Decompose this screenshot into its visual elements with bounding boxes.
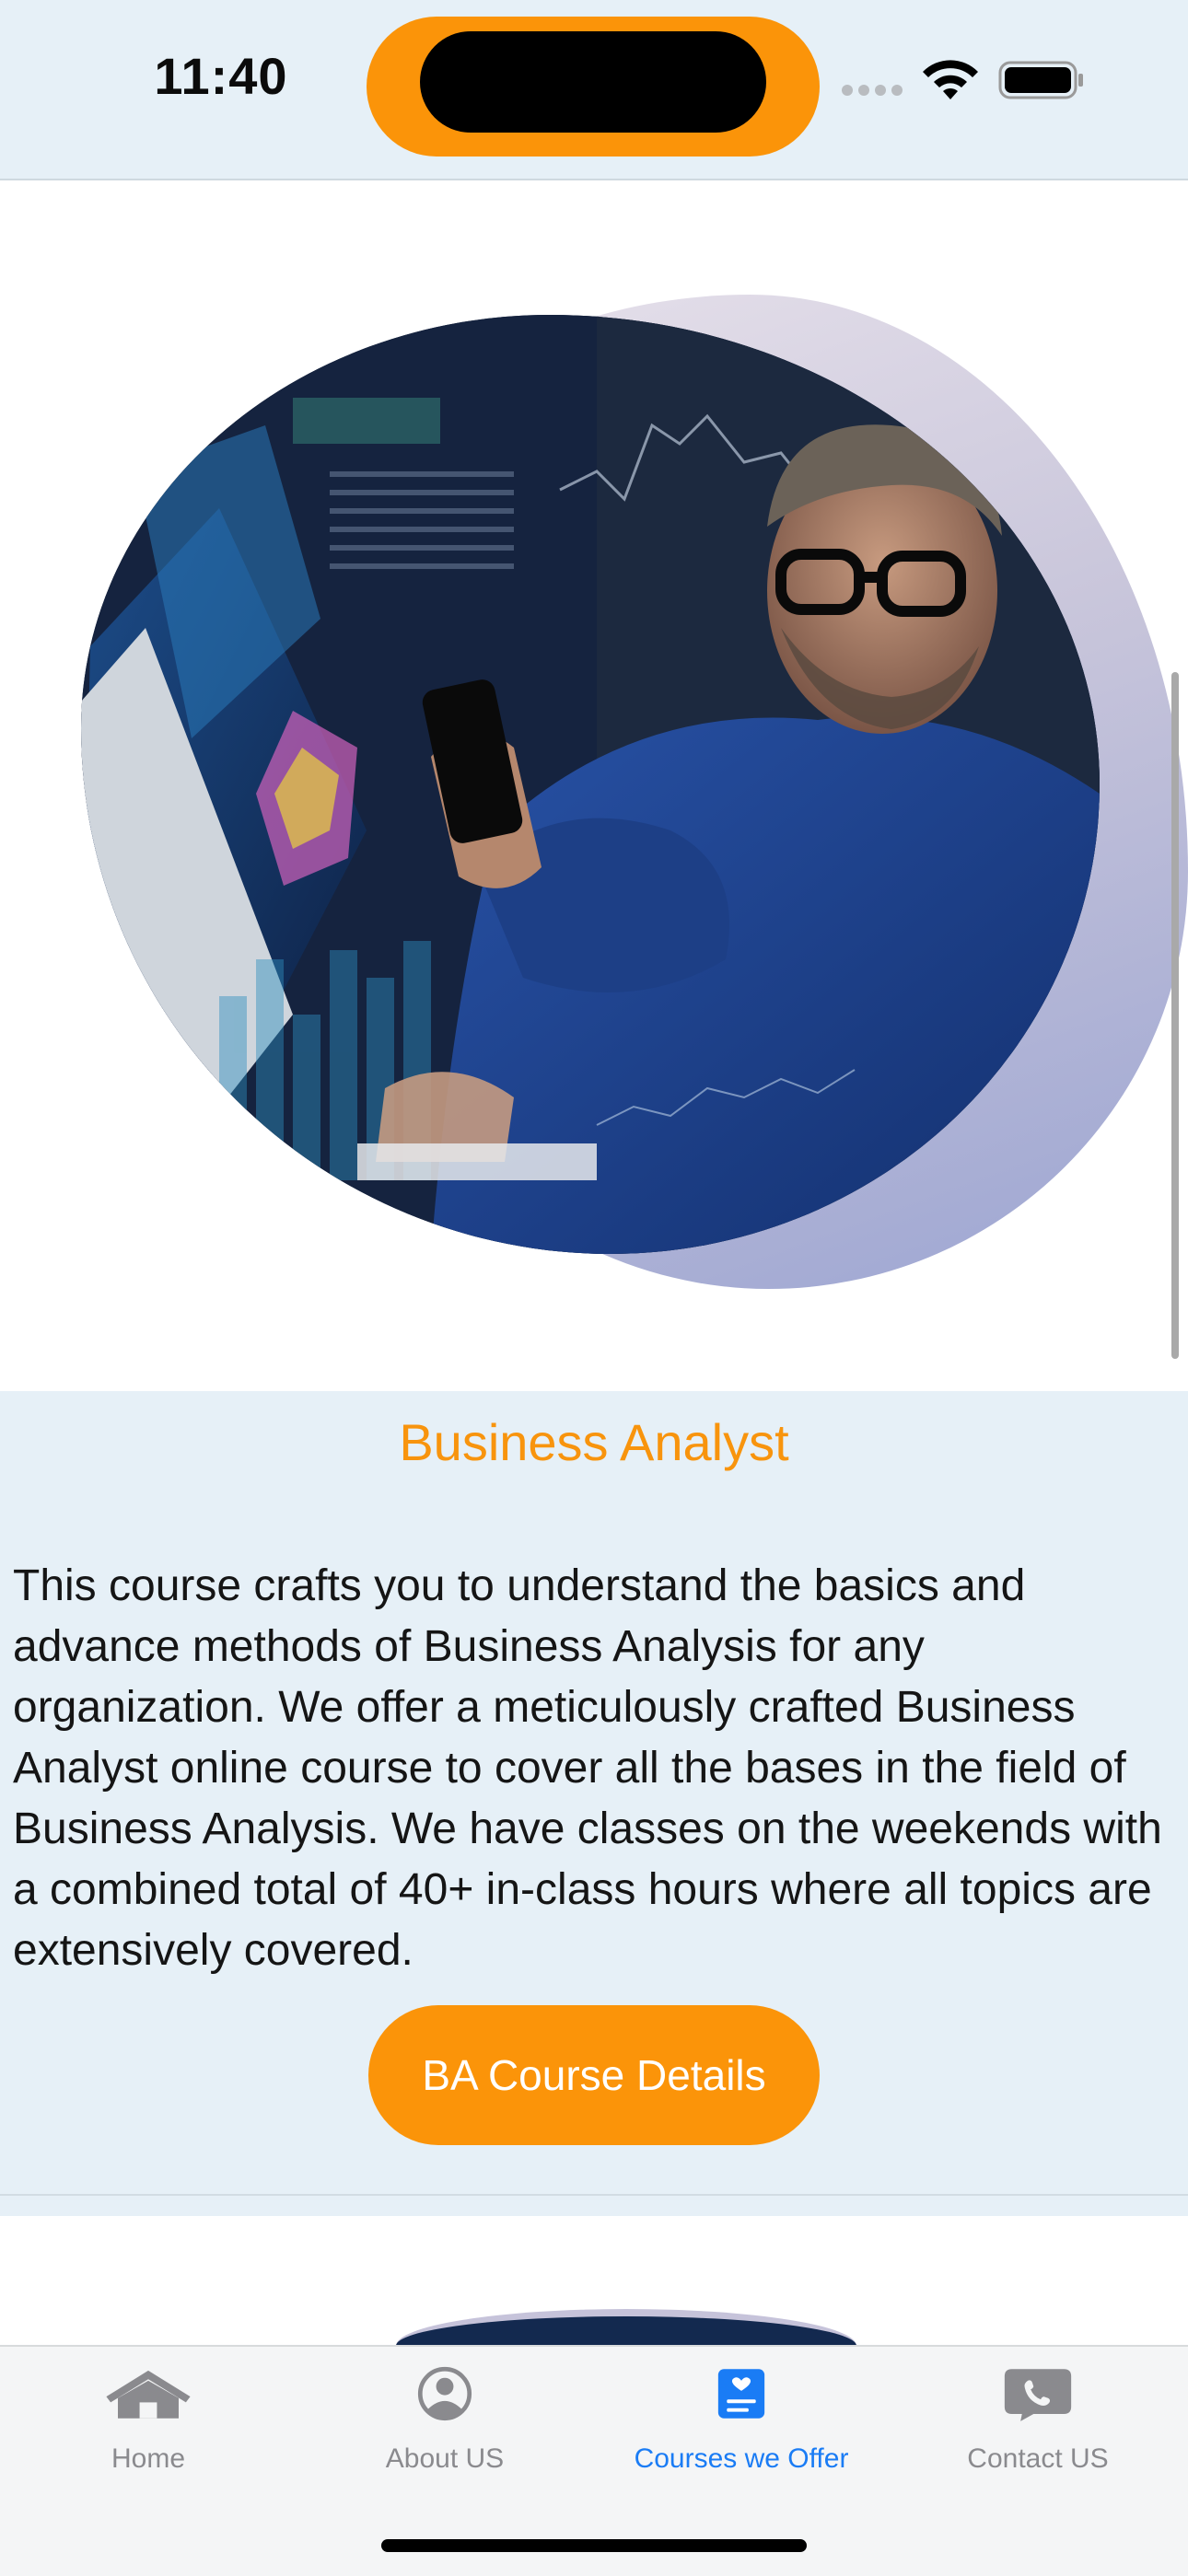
- wifi-icon: [923, 60, 978, 99]
- tab-contact-us[interactable]: Contact US: [890, 2357, 1186, 2486]
- ba-course-details-button[interactable]: BA Course Details: [368, 2005, 820, 2145]
- course-image-section: [0, 203, 1188, 1390]
- course-title: Business Analyst: [399, 1413, 789, 1471]
- course-description: This course crafts you to understand the…: [13, 1561, 1162, 1975]
- cellular-signal-icon: [842, 85, 903, 96]
- tab-home-label: Home: [111, 2443, 186, 2474]
- battery-icon: [998, 61, 1083, 99]
- tab-courses-label: Courses we Offer: [634, 2443, 849, 2474]
- list-heart-icon: [717, 2369, 765, 2419]
- dynamic-island: [420, 31, 766, 133]
- scroll-indicator[interactable]: [1171, 672, 1179, 1359]
- house-icon: [106, 2370, 191, 2419]
- person-circle-icon: [417, 2366, 472, 2421]
- tab-about-us[interactable]: About US: [297, 2357, 593, 2486]
- tab-contact-us-label: Contact US: [967, 2443, 1109, 2474]
- phone-bubble-icon: [1004, 2369, 1072, 2421]
- home-indicator[interactable]: [381, 2539, 807, 2552]
- tab-home[interactable]: Home: [0, 2357, 297, 2486]
- status-time: 11:40: [154, 47, 288, 105]
- tab-courses[interactable]: Courses we Offer: [593, 2357, 890, 2486]
- tab-about-us-label: About US: [385, 2443, 505, 2474]
- section-separator: [0, 2170, 1188, 2216]
- divider: [0, 2194, 1188, 2196]
